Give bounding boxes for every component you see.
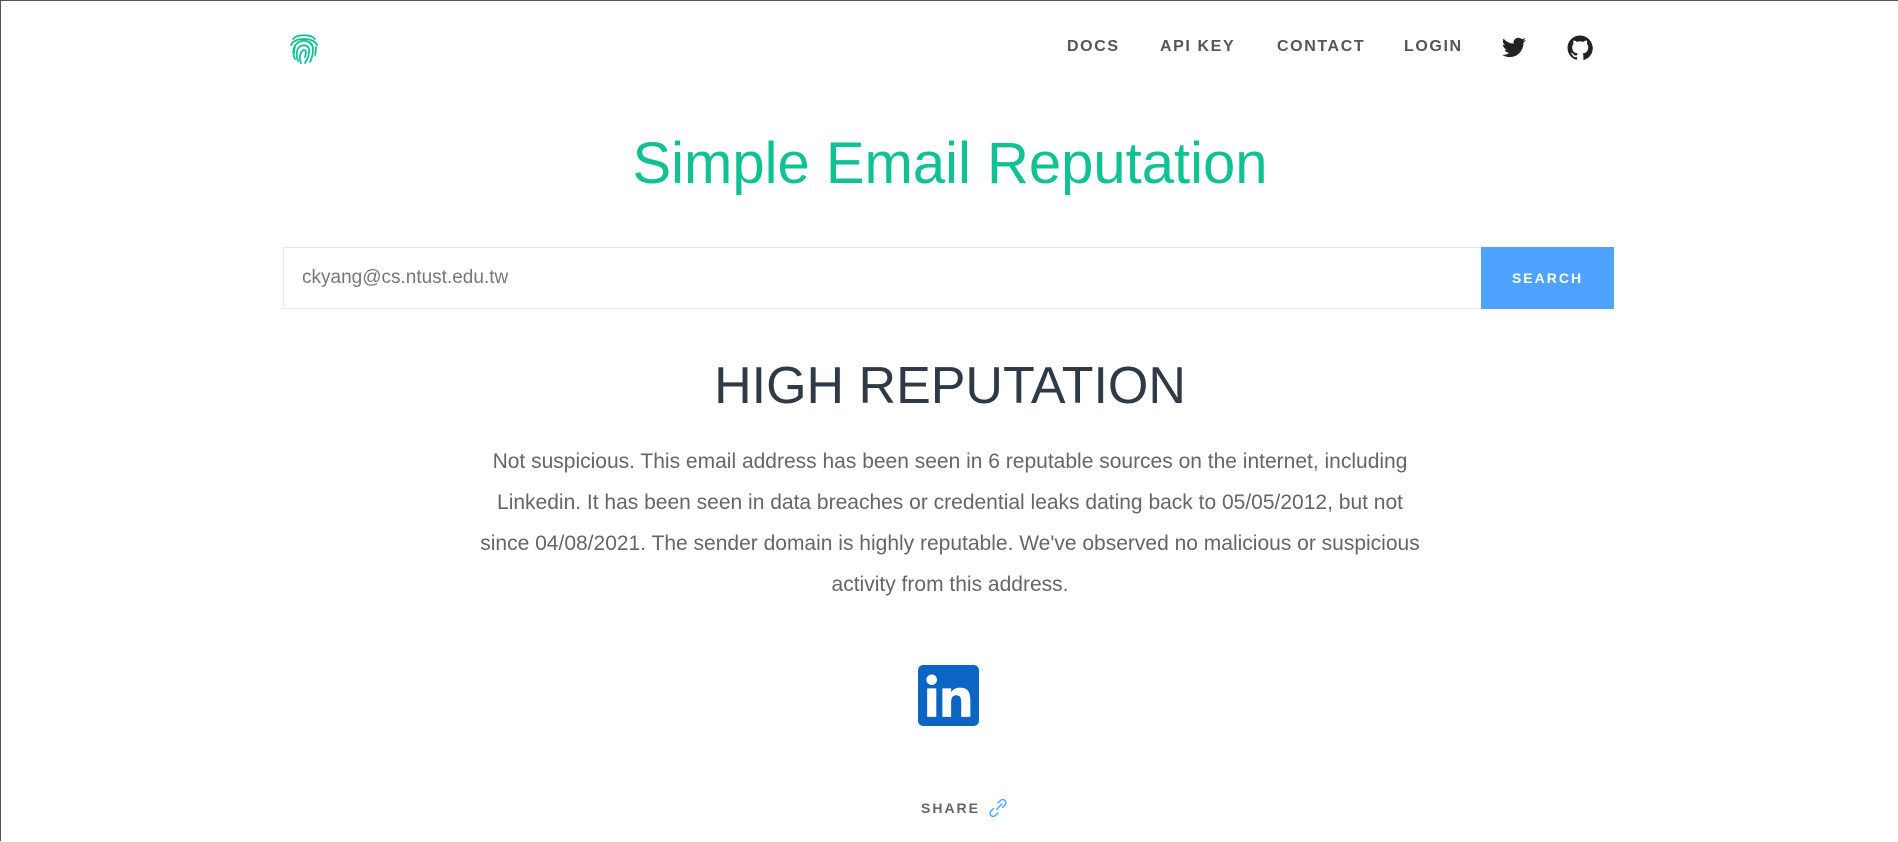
nav-api-key-link[interactable]: API KEY bbox=[1160, 37, 1235, 57]
page: DOCS API KEY CONTACT LOGIN Simple Email … bbox=[1, 1, 1898, 842]
nav-login-link[interactable]: LOGIN bbox=[1404, 37, 1463, 57]
main-nav: DOCS API KEY CONTACT LOGIN bbox=[1, 37, 1898, 57]
email-search-input[interactable] bbox=[283, 247, 1481, 309]
search-button[interactable]: SEARCH bbox=[1481, 247, 1614, 309]
page-title: Simple Email Reputation bbox=[632, 131, 1268, 196]
share-control[interactable]: SHARE bbox=[921, 797, 1008, 819]
github-icon[interactable] bbox=[1567, 35, 1593, 61]
reputation-heading: HIGH REPUTATION bbox=[714, 357, 1186, 415]
reputation-description: Not suspicious. This email address has b… bbox=[480, 450, 1420, 596]
link-icon[interactable] bbox=[988, 798, 1008, 818]
nav-docs-link[interactable]: DOCS bbox=[1067, 37, 1120, 57]
search-bar: SEARCH bbox=[283, 247, 1614, 309]
twitter-icon[interactable] bbox=[1501, 35, 1527, 61]
nav-contact-link[interactable]: CONTACT bbox=[1277, 37, 1365, 57]
linkedin-icon[interactable] bbox=[918, 665, 979, 726]
share-label: SHARE bbox=[921, 800, 981, 816]
